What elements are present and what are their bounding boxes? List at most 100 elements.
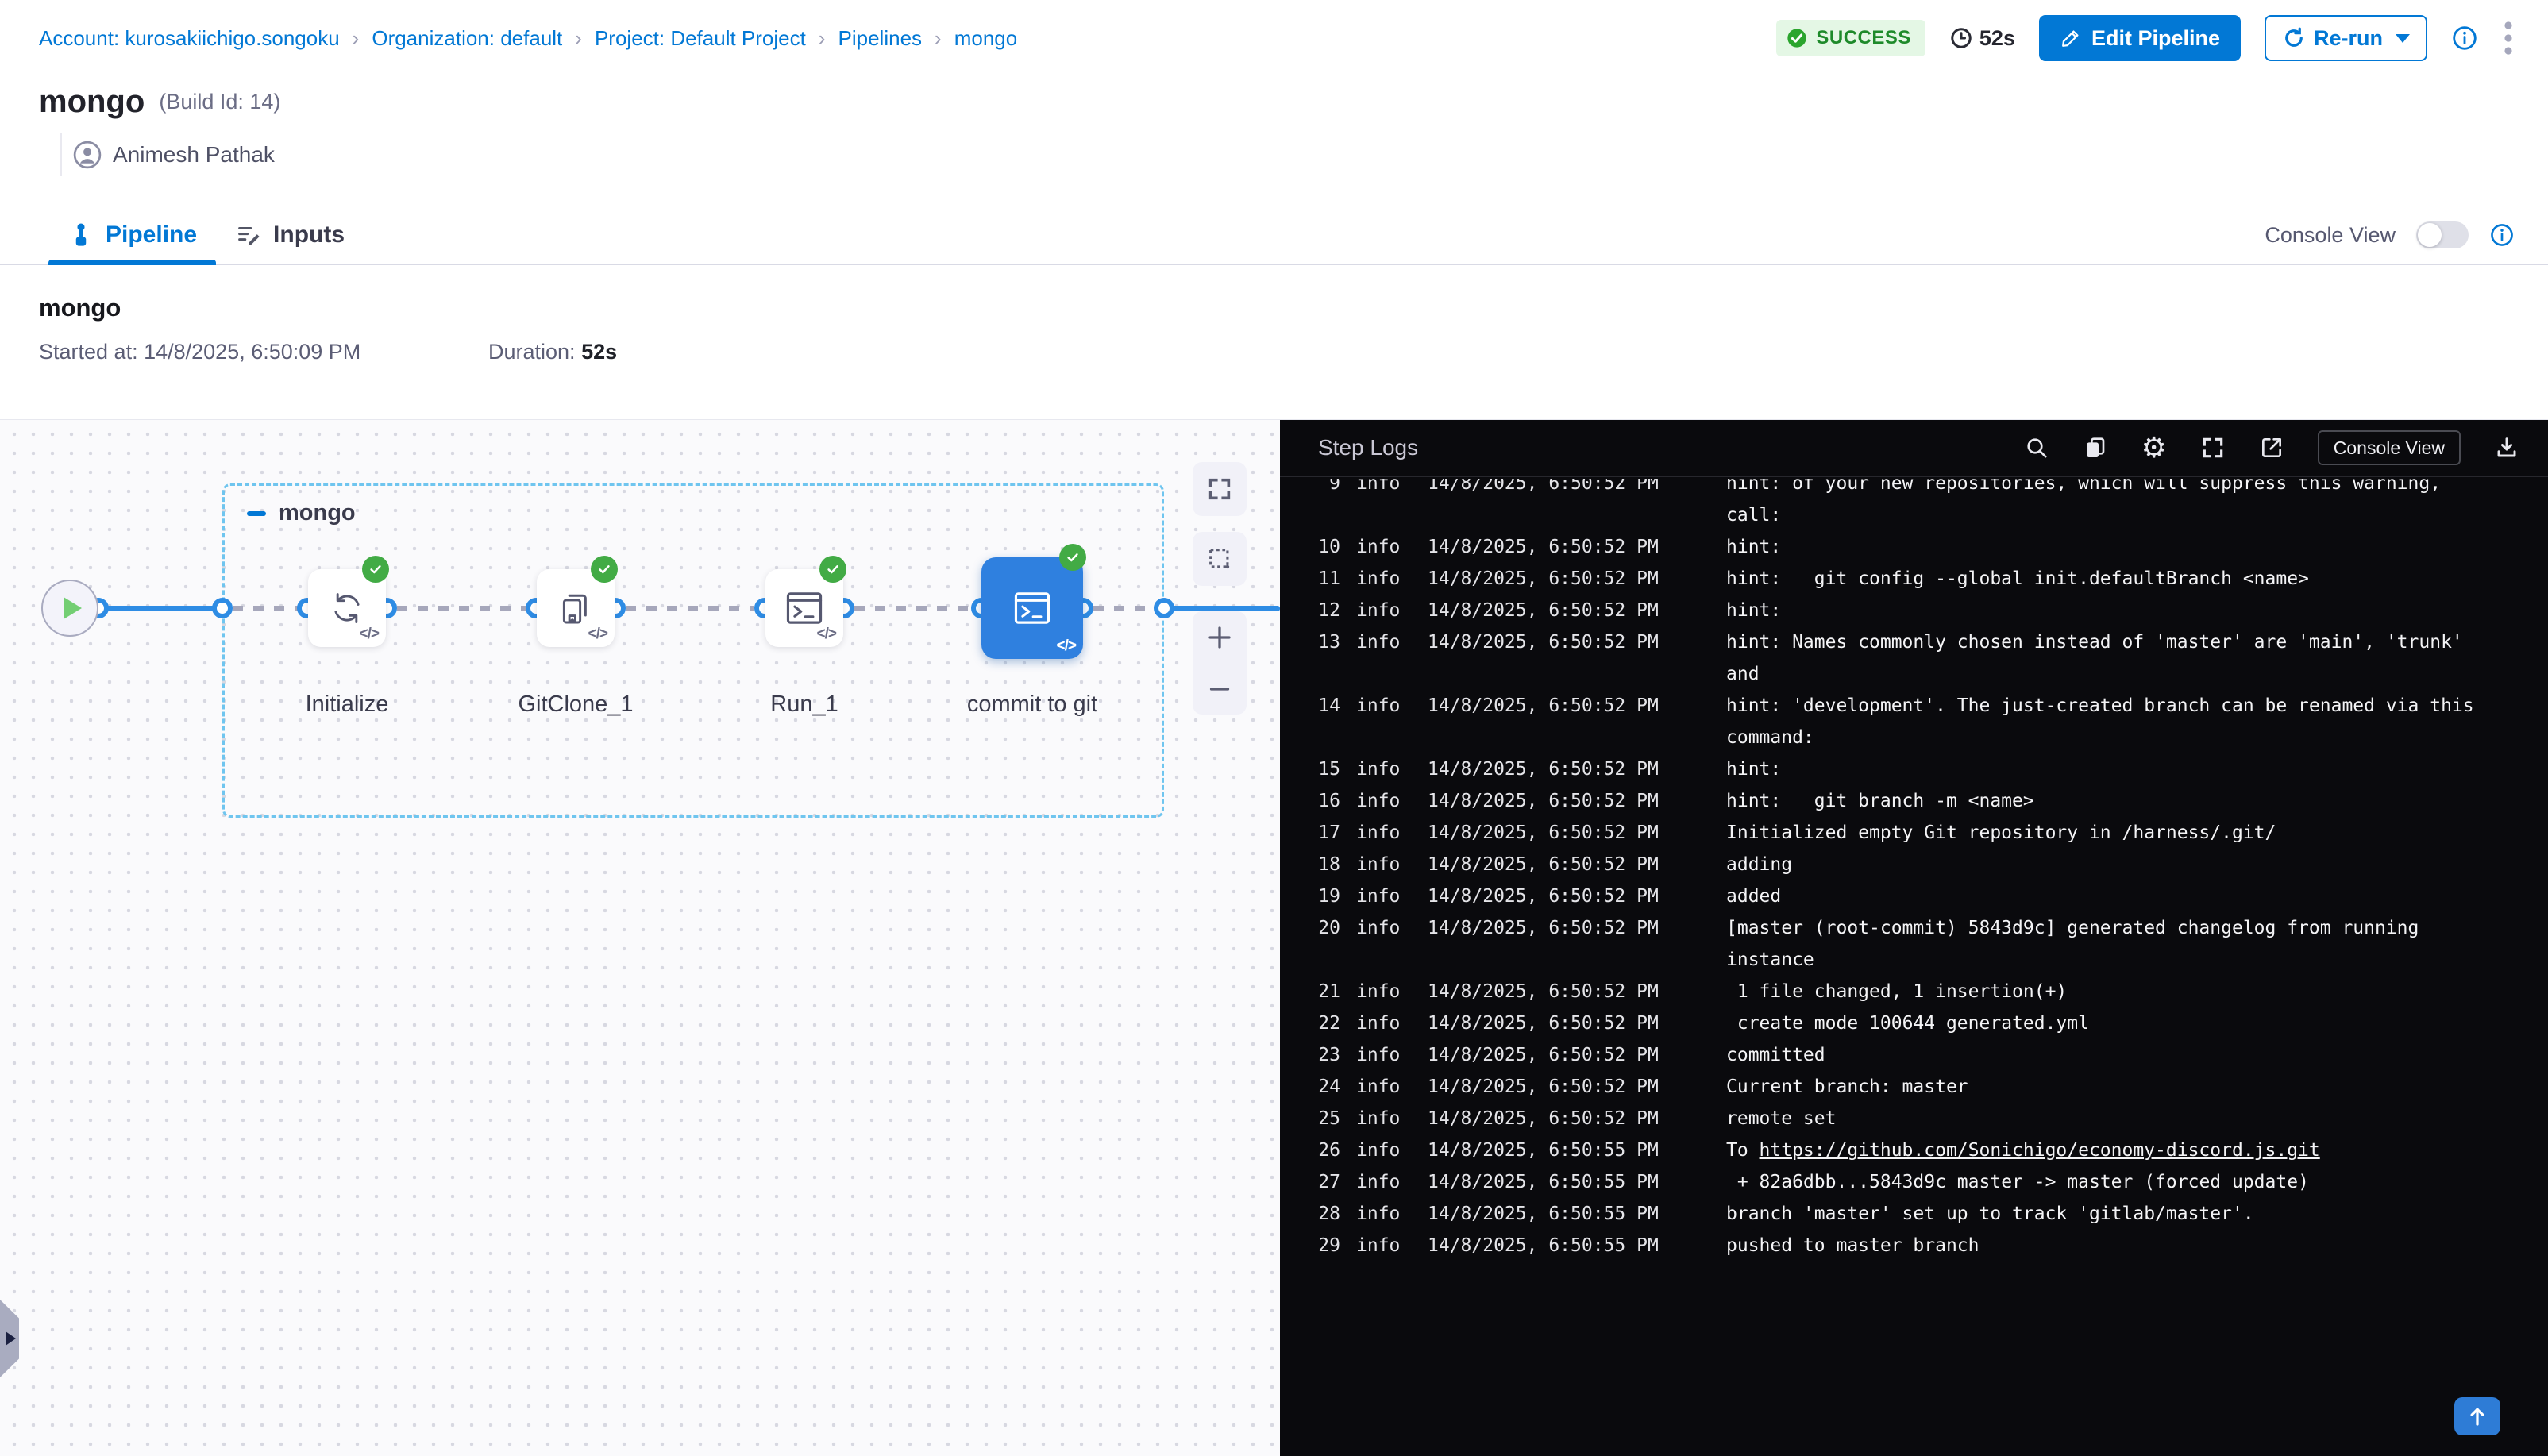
- pipeline-step-run_1[interactable]: </>Run_1: [685, 569, 923, 647]
- run-started-at: Started at: 14/8/2025, 6:50:09 PM: [39, 340, 488, 364]
- log-row: 29 info 14/8/2025, 6:50:55 PM pushed to …: [1296, 1230, 2548, 1261]
- rerun-button[interactable]: Re-run: [2265, 15, 2427, 61]
- pipeline-step-gitclone_1[interactable]: </>GitClone_1: [457, 569, 695, 647]
- scroll-to-top-button[interactable]: [2454, 1397, 2500, 1435]
- log-message: hint:: [1726, 753, 2548, 785]
- log-toolbar: ⚙ Console View: [2024, 430, 2520, 465]
- log-message: hint: git config --global init.defaultBr…: [1726, 563, 2548, 595]
- left-panel-expand-handle[interactable]: [0, 1300, 19, 1377]
- log-level: info: [1356, 1198, 1404, 1230]
- pipeline-icon: [67, 221, 94, 248]
- log-row: 10 info 14/8/2025, 6:50:52 PM hint:: [1296, 531, 2548, 563]
- log-timestamp: 14/8/2025, 6:50:52 PM: [1428, 479, 1659, 499]
- search-icon[interactable]: [2024, 435, 2049, 460]
- breadcrumb-separator: ›: [819, 26, 826, 51]
- copy-icon[interactable]: [2083, 435, 2108, 460]
- run-info: mongo Started at: 14/8/2025, 6:50:09 PM …: [0, 265, 2548, 419]
- step-box[interactable]: </>: [981, 557, 1083, 659]
- log-line-number: 27: [1296, 1166, 1340, 1198]
- status-badge: SUCCESS: [1776, 20, 1925, 56]
- log-link[interactable]: https://github.com/Sonichigo/economy-dis…: [1760, 1140, 2320, 1161]
- log-line-number: 10: [1296, 531, 1340, 563]
- refresh-icon: [2282, 26, 2306, 50]
- title-row: mongo (Build Id: 14): [0, 81, 2548, 122]
- info-icon[interactable]: [2451, 25, 2478, 52]
- step-box[interactable]: </>: [308, 569, 386, 647]
- console-view-button[interactable]: Console View: [2318, 430, 2461, 465]
- log-level: info: [1356, 1230, 1404, 1261]
- log-message: committed: [1726, 1039, 2548, 1071]
- stage-name: mongo: [279, 500, 356, 526]
- breadcrumb-link[interactable]: Organization: default: [372, 26, 562, 51]
- pipeline-step-commit-to-git[interactable]: </>commit to git: [913, 557, 1151, 659]
- log-message: [master (root-commit) 5843d9c] generated…: [1726, 912, 2548, 976]
- log-message: pushed to master branch: [1726, 1230, 2548, 1261]
- log-line-number: 24: [1296, 1071, 1340, 1103]
- log-line-number: 9: [1296, 479, 1340, 499]
- zoom-controls: [1193, 611, 1247, 715]
- step-label: commit to git: [913, 691, 1151, 718]
- tab-pipeline[interactable]: Pipeline: [48, 206, 216, 264]
- page-title: mongo: [39, 84, 145, 120]
- breadcrumb-link[interactable]: Account: kurosakiichigo.songoku: [39, 26, 340, 51]
- console-view-toggle[interactable]: [2416, 221, 2469, 248]
- marquee-select-icon: [1206, 545, 1233, 572]
- breadcrumb-separator: ›: [575, 26, 582, 51]
- stage-collapse-control[interactable]: mongo: [247, 500, 356, 526]
- settings-gear-icon[interactable]: ⚙: [2141, 433, 2167, 462]
- log-timestamp: 14/8/2025, 6:50:52 PM: [1428, 785, 1659, 817]
- log-row: 17 info 14/8/2025, 6:50:52 PM Initialize…: [1296, 817, 2548, 849]
- play-icon: [64, 597, 82, 619]
- log-level: info: [1356, 912, 1404, 944]
- log-level: info: [1356, 1103, 1404, 1134]
- breadcrumb-link[interactable]: mongo: [954, 26, 1018, 51]
- log-timestamp: 14/8/2025, 6:50:52 PM: [1428, 690, 1659, 722]
- fit-to-screen-button[interactable]: [1193, 462, 1247, 516]
- download-logs-icon[interactable]: [2494, 435, 2519, 460]
- console-view-info-icon[interactable]: [2489, 222, 2515, 248]
- log-level: info: [1356, 849, 1404, 880]
- connector-port[interactable]: [1154, 598, 1174, 618]
- rerun-dropdown-caret[interactable]: [2396, 34, 2410, 43]
- log-row: 26 info 14/8/2025, 6:50:55 PM To https:/…: [1296, 1134, 2548, 1166]
- inputs-icon: [235, 221, 262, 248]
- breadcrumb-link[interactable]: Pipelines: [838, 26, 923, 51]
- log-row: 15 info 14/8/2025, 6:50:52 PM hint:: [1296, 753, 2548, 785]
- log-line-number: 23: [1296, 1039, 1340, 1071]
- open-external-icon[interactable]: [2259, 435, 2284, 460]
- log-level: info: [1356, 531, 1404, 563]
- log-level: info: [1356, 1166, 1404, 1198]
- step-box[interactable]: </>: [765, 569, 843, 647]
- log-row: 27 info 14/8/2025, 6:50:55 PM + 82a6dbb.…: [1296, 1166, 2548, 1198]
- log-timestamp: 14/8/2025, 6:50:52 PM: [1428, 817, 1659, 849]
- step-label: Initialize: [228, 691, 466, 718]
- edit-pipeline-button[interactable]: Edit Pipeline: [2039, 15, 2241, 61]
- log-level: info: [1356, 817, 1404, 849]
- log-timestamp: 14/8/2025, 6:50:52 PM: [1428, 849, 1659, 880]
- selection-mode-button[interactable]: [1193, 532, 1247, 586]
- log-line-number: 25: [1296, 1103, 1340, 1134]
- git-clone-icon: [554, 587, 597, 630]
- plus-icon: [1205, 623, 1234, 652]
- log-level: info: [1356, 880, 1404, 912]
- log-line-number: 14: [1296, 690, 1340, 722]
- zoom-out-button[interactable]: [1205, 675, 1234, 703]
- step-box[interactable]: </>: [537, 569, 615, 647]
- more-options-kebab[interactable]: [2502, 21, 2515, 56]
- log-row: 19 info 14/8/2025, 6:50:52 PM added: [1296, 880, 2548, 912]
- log-line-number: 20: [1296, 912, 1340, 944]
- log-message: hint: of your new repositories, which wi…: [1726, 479, 2548, 531]
- pipeline-canvas[interactable]: mongo </>Initialize</>GitClone_1</>Run_1…: [0, 420, 1280, 1456]
- pipeline-start-node[interactable]: [41, 580, 98, 637]
- breadcrumb-link[interactable]: Project: Default Project: [595, 26, 806, 51]
- minus-icon: [1205, 675, 1234, 703]
- collapse-minus-icon[interactable]: [247, 511, 266, 516]
- pipeline-step-initialize[interactable]: </>Initialize: [228, 569, 466, 647]
- fullscreen-icon[interactable]: [2200, 435, 2226, 460]
- log-output[interactable]: 9 info 14/8/2025, 6:50:52 PM hint: of yo…: [1280, 479, 2548, 1456]
- tab-inputs[interactable]: Inputs: [216, 206, 364, 264]
- log-row: 11 info 14/8/2025, 6:50:52 PM hint: git …: [1296, 563, 2548, 595]
- log-line-number: 12: [1296, 595, 1340, 626]
- log-line-number: 26: [1296, 1134, 1340, 1166]
- zoom-in-button[interactable]: [1205, 623, 1234, 652]
